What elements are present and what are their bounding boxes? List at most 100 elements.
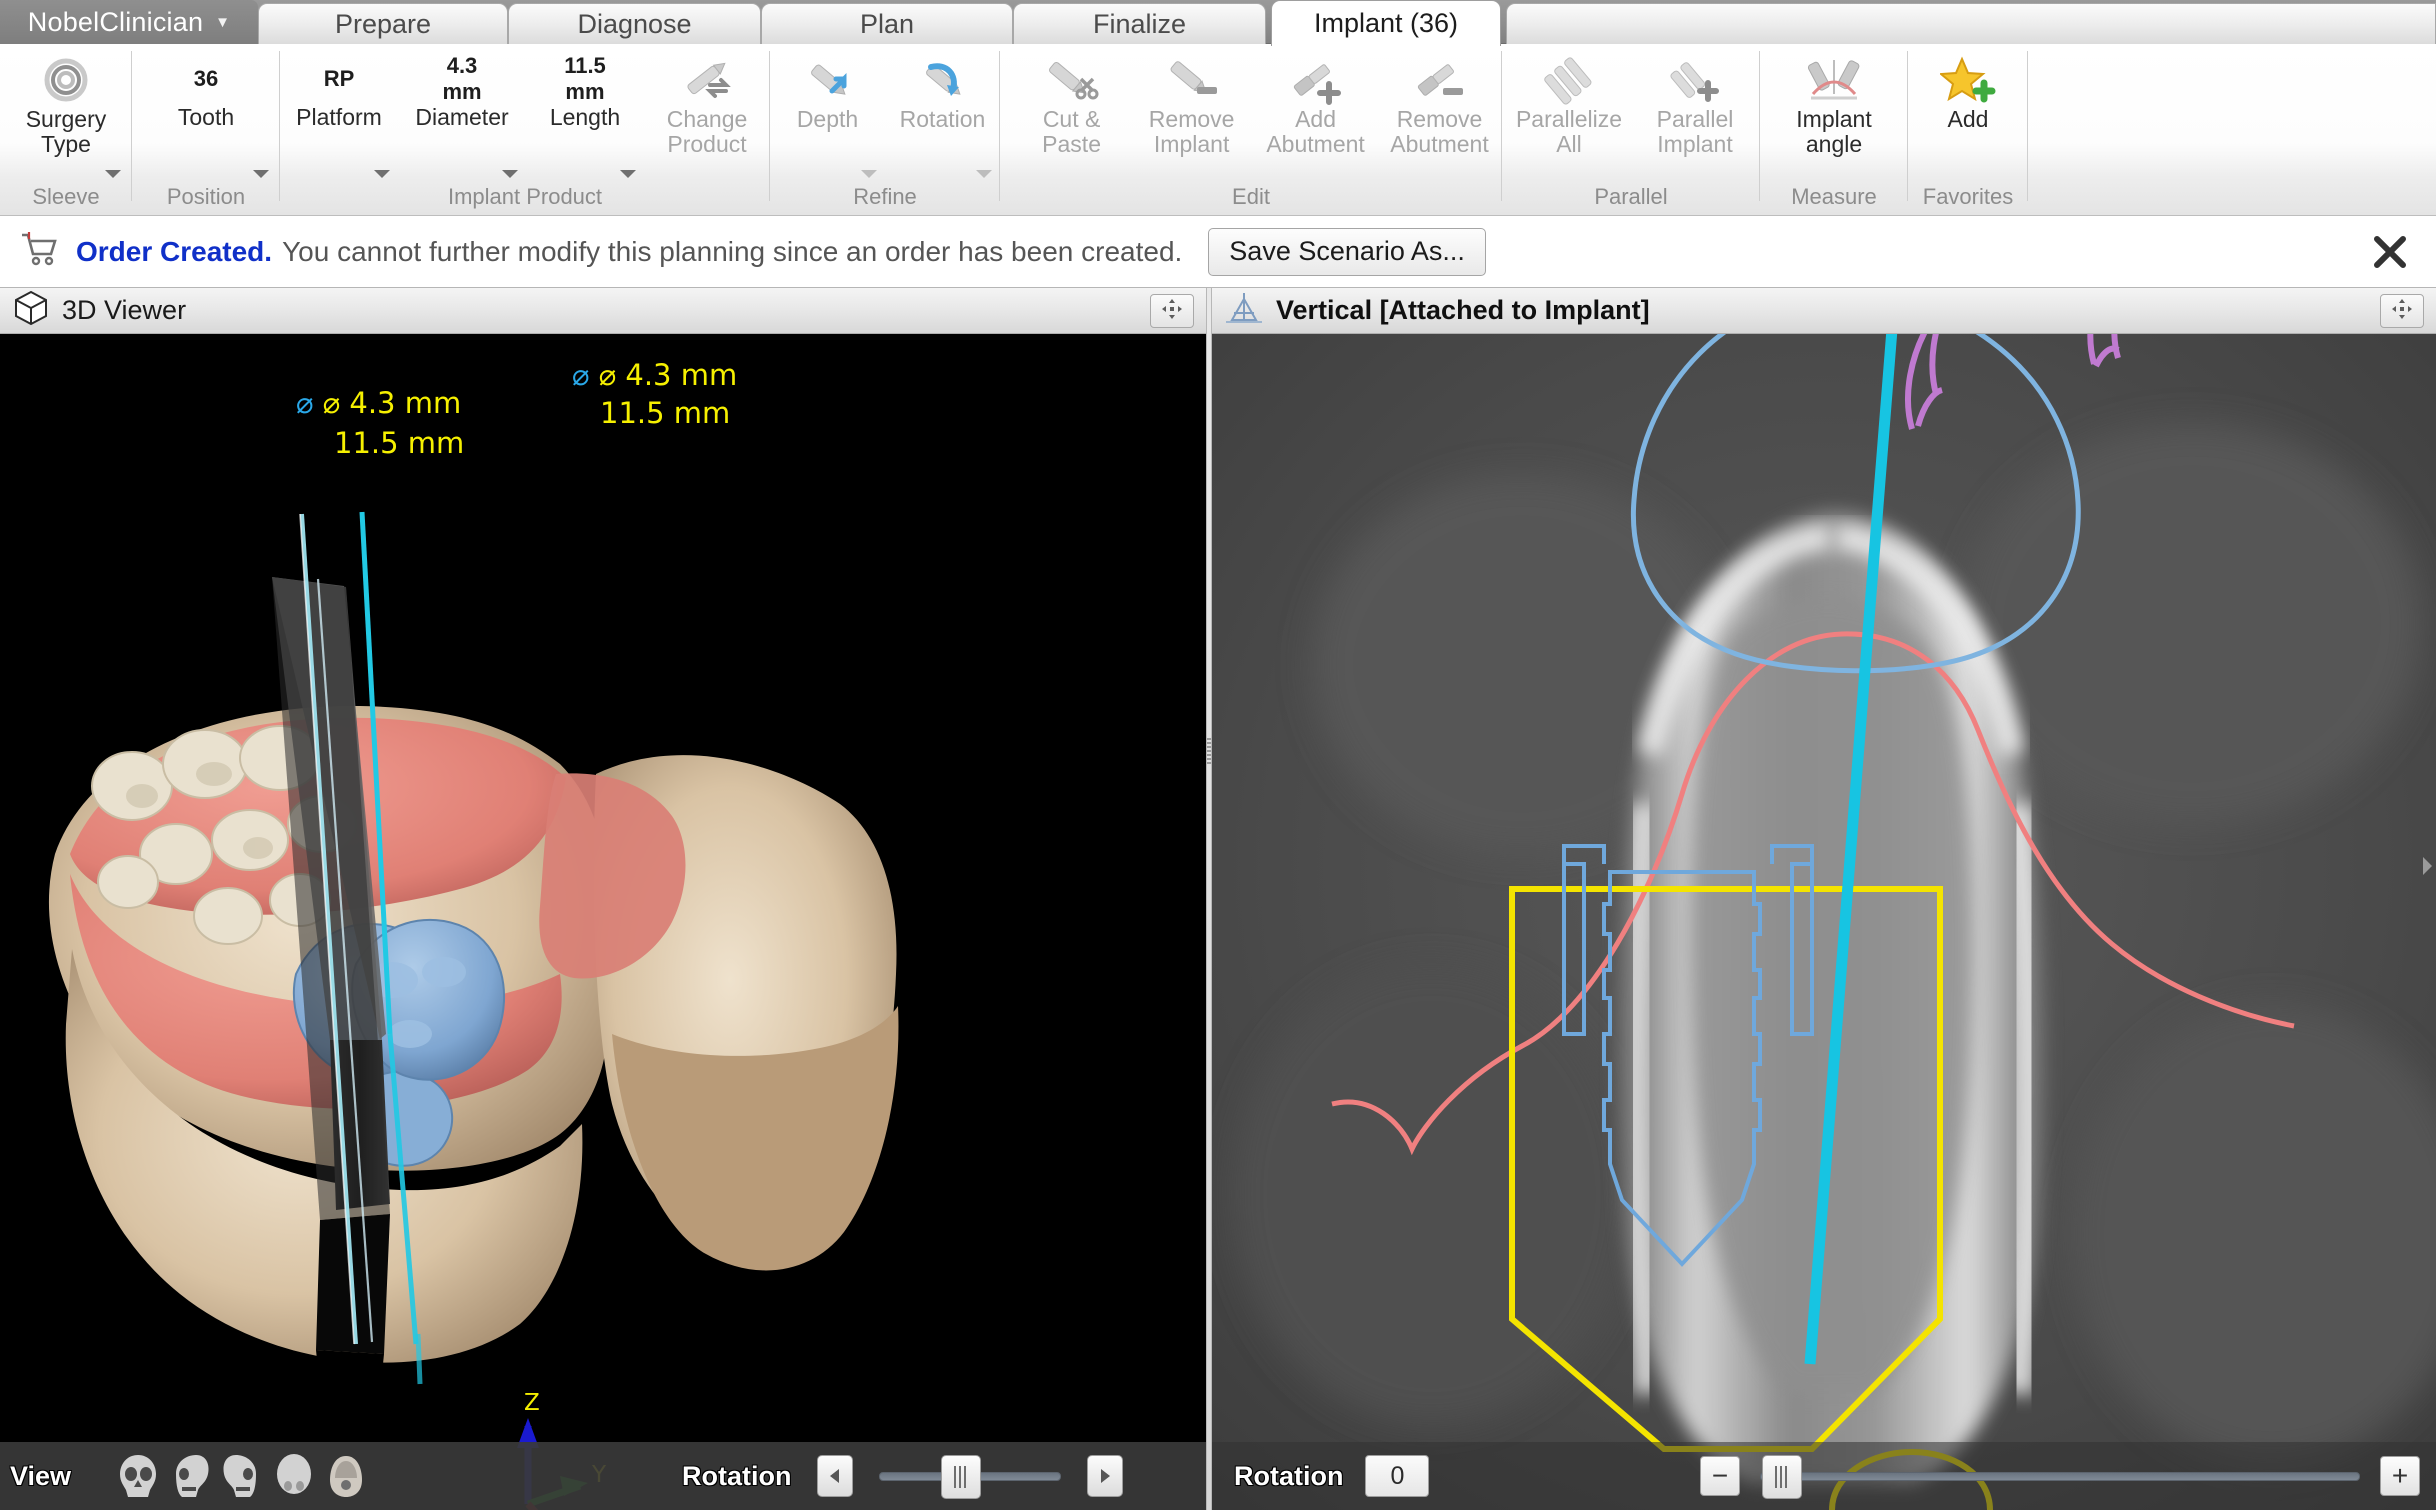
rotation-prev-button[interactable] [817,1455,854,1497]
shopping-cart-icon [20,230,60,273]
tooth-button[interactable]: 36 Tooth [135,44,277,184]
maximize-3d-button[interactable] [1150,294,1194,328]
pane-header-vertical: Vertical [Attached to Implant] [1212,288,2436,334]
pane-vertical-slice: Vertical [Attached to Implant] Rotation … [1212,288,2436,1510]
annotation-2-diameter-value: ⌀ 4.3 mm [598,358,738,392]
canvas-3d[interactable]: Z Y X ⌀ ⌀ 4.3 mm 11.5 mm ⌀ ⌀ 4.3 mm 11.5… [0,334,1206,1510]
implant-angle-button[interactable]: Implant angle [1763,44,1905,184]
tab-finalize[interactable]: Finalize [1013,3,1266,44]
parallel-implant-button[interactable]: Parallel Implant [1633,44,1757,184]
svg-text:Z: Z [524,1390,540,1416]
diameter-symbol-icon: ⌀ [572,358,590,392]
close-icon[interactable] [2370,232,2410,272]
remove-abutment-button[interactable]: Remove Abutment [1377,44,1502,184]
zoom-out-button[interactable]: − [1700,1456,1740,1496]
group-title-implant-product: Implant Product [447,184,603,209]
platform-value: RP [323,66,355,91]
move-resize-icon [2390,297,2414,326]
ribbon-group-parallel: Parallelize All Parallel Implant Paralle… [1502,44,1760,216]
zoom-slider-thumb[interactable] [1762,1454,1802,1499]
remove-implant-button[interactable]: Remove Implant [1129,44,1254,184]
group-title-parallel: Parallel [1594,184,1668,209]
zoom-in-button[interactable]: + [2380,1456,2420,1496]
diameter-button[interactable]: 4.3 mm Diameter [398,44,526,184]
diameter-label: Diameter [415,104,509,130]
save-scenario-as-button[interactable]: Save Scenario As... [1208,227,1486,276]
slider-grip-icon [1775,1465,1789,1488]
collapse-panel-arrow-icon[interactable] [2420,855,2434,877]
change-product-button[interactable]: Change Product [644,44,770,184]
ribbon-group-favorites: Add Favorites [1908,44,2028,216]
pane-title-vertical: Vertical [Attached to Implant] [1276,295,1650,325]
rotation-label-vertical: Rotation [1234,1460,1344,1491]
chevron-down-icon[interactable] [374,170,390,178]
parallelize-all-icon [1540,53,1598,107]
platform-button[interactable]: RP Platform [280,44,398,184]
add-abutment-button[interactable]: Add Abutment [1254,44,1377,184]
chevron-down-icon[interactable] [861,170,877,178]
tab-diagnose[interactable]: Diagnose [508,3,761,44]
notification-title: Order Created. [76,235,273,267]
chevron-down-icon[interactable] [105,170,121,178]
zoom-slider[interactable] [1760,1454,2360,1499]
chevron-down-icon[interactable] [620,170,636,178]
remove-abutment-label: Remove Abutment [1390,106,1489,157]
ribbon-group-implant-product: RP Platform 4.3 mm Diameter 11.5 mm Length [280,44,770,216]
pane-title-3d: 3D Viewer [62,295,187,325]
order-created-notification: Order Created. You cannot further modify… [0,216,2436,288]
implant-angle-icon [1799,53,1869,107]
application-window: NobelClinician ▼ Prepare Diagnose Plan F… [0,0,2436,1510]
cut-paste-button[interactable]: Cut & Paste [1014,44,1129,184]
remove-implant-icon [1161,53,1223,107]
surgery-type-button[interactable]: Surgery Type [3,44,129,184]
parallelize-all-button[interactable]: Parallelize All [1505,44,1633,184]
maximize-vertical-button[interactable] [2380,294,2424,328]
rotation-slider-thumb[interactable] [941,1454,982,1499]
depth-button[interactable]: Depth [770,44,885,184]
chevron-down-icon[interactable] [253,170,269,178]
group-title-favorites: Favorites [1922,184,2014,209]
tab-implant[interactable]: Implant (36) [1271,0,1501,46]
tab-prepare[interactable]: Prepare [258,3,508,44]
tab-bar: NobelClinician ▼ Prepare Diagnose Plan F… [0,0,2436,46]
move-resize-icon [1160,297,1184,326]
vertical-viewer-toolbar: Rotation 0 − + [1212,1442,2436,1510]
3d-render-surface[interactable]: Z Y X ⌀ ⌀ 4.3 mm 11.5 mm ⌀ ⌀ 4.3 mm 11.5… [0,334,1206,1510]
minus-icon: − [1711,1460,1729,1491]
chevron-down-icon[interactable] [976,170,992,178]
skull-axial-icon[interactable] [320,1450,372,1502]
rotation-icon [913,53,973,107]
skull-right-icon[interactable] [216,1450,268,1502]
group-divider [2027,51,2028,201]
implant-angle-label: Implant angle [1796,106,1872,157]
chevron-down-icon[interactable] [502,170,518,178]
skull-frontal-icon[interactable] [268,1450,320,1502]
tab-plan[interactable]: Plan [761,3,1013,44]
diameter-symbol-icon: ⌀ [296,386,314,420]
group-title-refine: Refine [853,184,917,209]
ribbon-group-refine: Depth Rotation Refine [770,44,1000,216]
rotation-slider-3d[interactable] [879,1454,1062,1499]
implant-annotation-1-diameter: ⌀ ⌀ 4.3 mm [296,386,461,420]
skull-left-icon[interactable] [164,1450,216,1502]
zoom-slider-track[interactable] [1760,1471,2360,1481]
pane-3d-viewer: 3D Viewer Z ⌀ ⌀ 4.3 mm 11.5 mm ⌀ ⌀ 4.3 m… [0,288,1206,1510]
skull-front-icon[interactable] [112,1450,164,1502]
notification-message: You cannot further modify this planning … [282,235,1183,267]
brand-menu-button[interactable]: NobelClinician ▼ [0,0,258,44]
remove-abutment-icon [1409,53,1471,107]
ribbon-group-measure: Implant angle Measure [1760,44,1908,216]
rotation-button[interactable]: Rotation [885,44,1000,184]
splitter-grip-icon [1207,738,1211,764]
length-button[interactable]: 11.5 mm Length [526,44,644,184]
ct-render-surface[interactable] [1212,334,2436,1510]
add-favorite-star-icon [1940,53,1996,107]
rotation-label-3d: Rotation [682,1460,792,1491]
rotation-next-button[interactable] [1087,1455,1124,1497]
rotation-label: Rotation [899,106,986,132]
chevron-down-icon: ▼ [215,13,231,31]
canvas-vertical[interactable]: Rotation 0 − + [1212,334,2436,1510]
add-favorite-button[interactable]: Add [1911,44,2025,184]
rotation-value-input[interactable]: 0 [1365,1455,1430,1497]
tab-bar-filler [1506,3,2436,44]
